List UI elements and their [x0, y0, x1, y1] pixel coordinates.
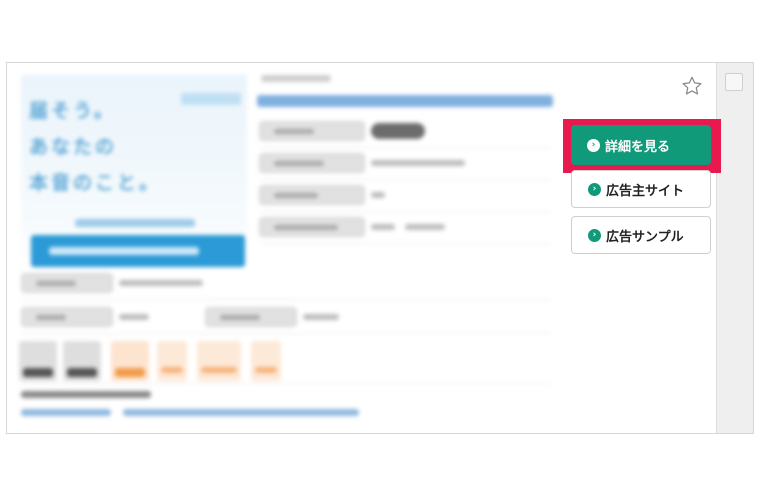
banner-headline-line: 本音のこと。	[29, 172, 162, 194]
details-button-label: 詳細を見る	[605, 139, 671, 155]
advertiser-site-button-label: 広告主サイト	[606, 183, 685, 199]
ad-banner-image: 届そう。 あなたの 本音のこと。	[21, 75, 247, 271]
info-value	[303, 314, 339, 320]
info-label	[259, 185, 365, 205]
advertiser-site-button[interactable]: › 広告主サイト	[571, 170, 711, 208]
side-column	[716, 63, 753, 433]
info-label	[205, 307, 297, 327]
info-label	[259, 153, 365, 173]
media-tile	[111, 341, 149, 381]
chevron-right-icon: ›	[587, 138, 600, 152]
info-label	[21, 273, 113, 293]
media-tile	[197, 341, 241, 381]
info-value	[119, 314, 149, 320]
ad-category-text	[261, 75, 331, 82]
info-value	[371, 160, 465, 166]
banner-headline-line: 届そう。	[29, 100, 116, 122]
chevron-right-icon: ›	[588, 228, 601, 242]
star-icon[interactable]	[681, 75, 703, 97]
banner-headline: 届そう。 あなたの 本音のこと。	[29, 93, 169, 201]
banner-headline-line: あなたの	[29, 136, 118, 158]
banner-tag	[181, 93, 241, 105]
media-tile	[251, 341, 281, 381]
footer-link[interactable]	[123, 409, 359, 416]
media-tile	[63, 341, 101, 381]
banner-subtext	[75, 219, 195, 227]
info-value	[119, 280, 203, 286]
info-chip	[371, 123, 425, 139]
info-value	[405, 224, 445, 230]
footer-text	[21, 391, 151, 398]
details-button[interactable]: › 詳細を見る	[571, 125, 711, 165]
select-checkbox[interactable]	[725, 73, 743, 91]
ad-listing-card: 届そう。 あなたの 本音のこと。 › 詳細を見る › 広告主サイト › 広告サン…	[6, 62, 754, 434]
ad-sample-button-label: 広告サンプル	[606, 229, 684, 245]
footer-link[interactable]	[21, 409, 111, 416]
chevron-right-icon: ›	[588, 182, 601, 196]
ad-title-link[interactable]	[257, 95, 553, 107]
media-tile	[19, 341, 57, 381]
info-label	[259, 121, 365, 141]
info-value	[371, 192, 385, 198]
info-value	[371, 224, 395, 230]
info-label	[259, 217, 365, 237]
banner-cta	[31, 235, 245, 267]
media-tile	[157, 341, 187, 381]
info-label	[21, 307, 113, 327]
ad-sample-button[interactable]: › 広告サンプル	[571, 216, 711, 254]
